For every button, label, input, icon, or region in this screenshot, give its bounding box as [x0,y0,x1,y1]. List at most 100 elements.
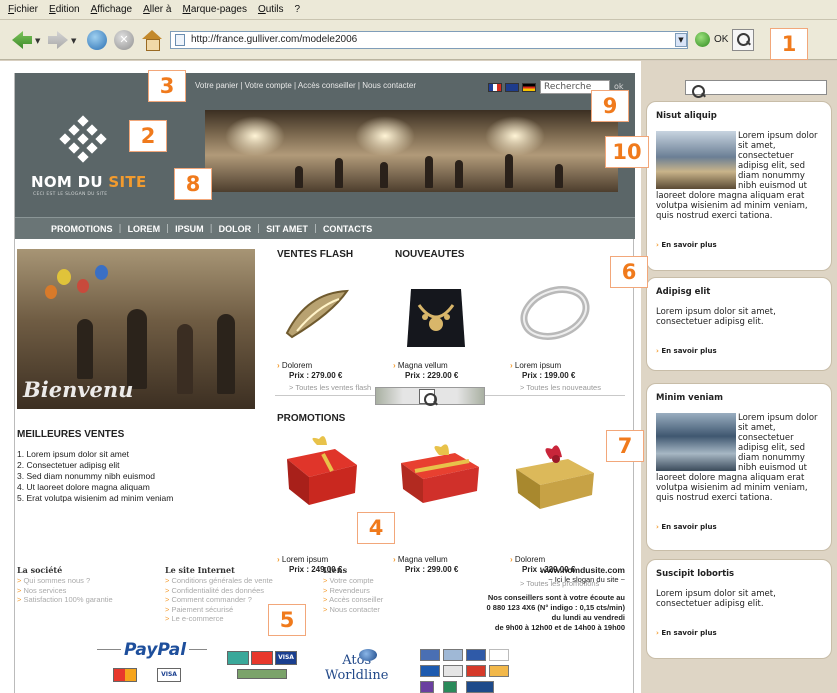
utility-links[interactable]: Votre panier | Votre compte | Accès cons… [195,81,416,90]
read-more-link[interactable]: En savoir plus [656,523,822,531]
banner-image [205,110,618,192]
footer-link[interactable]: Satisfaction 100% garantie [17,595,112,605]
nav-sit-amet[interactable]: SIT AMET [266,224,308,234]
go-label[interactable]: OK [714,34,728,45]
footer-link[interactable]: Accès conseiller [323,595,383,605]
all-flash-sales-link[interactable]: > Toutes les ventes flash [289,383,371,392]
menu-outils[interactable]: Outils [258,4,284,15]
panel-title[interactable]: Nisut aliquip [656,111,822,121]
all-new-arrivals-link[interactable]: > Toutes les nouveautes [520,383,601,392]
panel-body: Lorem ipsum dolor sit amet, consectetuer… [656,131,818,221]
stop-icon[interactable]: ✕ [114,30,134,50]
forward-dropdown-icon[interactable]: ▼ [71,37,76,45]
menu-aller[interactable]: Aller à [143,4,171,15]
product-name[interactable]: Lorem ipsum [277,555,328,564]
home-icon[interactable] [142,30,162,51]
footer-col-title: La société [17,565,63,575]
payment-badge-icon [420,649,440,661]
payment-badge-icon [489,665,509,677]
best-sales-title: MEILLEURES VENTES [17,429,125,440]
atos-worldline-logo[interactable]: Atos Worldline [325,649,388,683]
bracelet-product-image[interactable] [510,273,600,355]
list-item[interactable]: 2. Consectetuer adipisg elit [17,460,173,471]
product-name[interactable]: Magna vellum [393,361,448,370]
read-more-link[interactable]: En savoir plus [656,629,822,637]
address-bar[interactable]: http://france.gulliver.com/modele2006 [170,31,688,49]
menu-marque-pages[interactable]: Marque-pages [182,4,247,15]
promotions-title: PROMOTIONS [277,413,346,424]
footer-link[interactable]: Comment commander ? [165,595,273,605]
nav-contacts[interactable]: CONTACTS [323,224,372,234]
callout-marker: 4 [357,512,395,544]
brooch-product-image[interactable] [277,273,367,355]
product-name[interactable]: Dolorem [277,361,312,370]
product-name[interactable]: Lorem ipsum [510,361,561,370]
nav-ipsum[interactable]: IPSUM [175,224,204,234]
gift-red-product-image[interactable] [277,427,367,509]
best-sales-list: 1. Lorem ipsum dolor sit amet 2. Consect… [17,449,173,504]
footer-col-links: Qui sommes nous ? Nos services Satisfact… [17,576,113,605]
product-name[interactable]: Dolorem [510,555,545,564]
read-more-link[interactable]: En savoir plus [656,241,822,249]
panel-title[interactable]: Minim veniam [656,393,822,403]
back-dropdown-icon[interactable]: ▼ [35,37,40,45]
footer-link[interactable]: Confidentialité des données [165,586,273,596]
nav-promotions[interactable]: PROMOTIONS [51,224,113,234]
welcome-text: Bienvenu [23,377,134,402]
flag-fr-icon[interactable] [488,83,502,92]
sidebar-search-input[interactable] [685,80,827,98]
contact-line: 0 880 123 4X6 (N° indigo : 0,15 cts/min) [486,603,625,612]
menu-aide[interactable]: ? [295,4,301,15]
paypal-logo[interactable]: PayPal [121,640,190,660]
payment-badge-icon [420,665,440,677]
list-item[interactable]: 1. Lorem ipsum dolor sit amet [17,449,173,460]
sidebar-search-icon[interactable] [688,82,705,98]
nav-dolor[interactable]: DOLOR [219,224,252,234]
sidebar-panel: Minim veniam Lorem ipsum dolor sit amet,… [646,383,832,551]
flag-de-icon[interactable] [522,83,536,92]
panel-body: Lorem ipsum dolor sit amet, consectetuer… [656,589,776,609]
product-name[interactable]: Magna vellum [393,555,448,564]
contact-block: www.nomdusite.com ~ Ici le slogan du sit… [420,565,625,633]
inline-search-icon[interactable] [419,389,437,406]
visa-icon: VISA [275,651,297,665]
footer-link[interactable]: Nous contacter [323,605,383,615]
address-dropdown-icon[interactable]: ▼ [675,33,687,47]
necklace-product-image[interactable] [391,269,481,351]
site-url[interactable]: www.nomdusite.com [420,565,625,575]
payment-badge-icon [443,665,463,677]
reload-icon[interactable] [87,30,107,50]
callout-marker: 7 [606,430,644,462]
menu-fichier[interactable]: Fichier [8,4,38,15]
panel-title[interactable]: Suscipit lobortis [656,569,822,579]
footer-link[interactable]: Qui sommes nous ? [17,576,113,586]
back-arrow-icon[interactable] [12,31,32,49]
footer-link[interactable]: Paiement sécurisé [165,605,273,615]
footer-link[interactable]: Nos services [17,586,113,596]
footer-link[interactable]: Votre compte [323,576,383,586]
gift-gold-product-image[interactable] [510,433,600,515]
site-logo-icon[interactable] [59,115,107,163]
list-item[interactable]: 5. Erat volutpa wisienim ad minim veniam [17,493,173,504]
read-more-link[interactable]: En savoir plus [656,347,822,355]
menu-affichage[interactable]: Affichage [91,4,133,15]
nav-lorem[interactable]: LOREM [128,224,161,234]
toolbar-search-icon[interactable] [732,29,754,51]
go-icon[interactable] [695,32,710,47]
list-item[interactable]: 4. Ut laoreet dolore magna aliquam [17,482,173,493]
footer-link[interactable]: Conditions générales de vente [165,576,272,586]
site-name[interactable]: NOM DU SITE [31,173,147,191]
menu-bar: Fichier Edition Affichage Aller à Marque… [0,0,837,20]
list-item[interactable]: 3. Sed diam nonummy nibh euismod [17,471,173,482]
footer-link[interactable]: Revendeurs [323,586,383,596]
store-image [656,413,736,471]
forward-arrow-icon[interactable] [48,31,68,49]
menu-edition[interactable]: Edition [49,4,80,15]
gift-red-2-product-image[interactable] [395,433,485,515]
callout-marker: 1 [770,28,808,60]
panel-title[interactable]: Adipisg elit [656,287,822,297]
welcome-image[interactable]: Bienvenu [17,249,255,409]
flag-uk-icon[interactable] [505,83,519,92]
contact-line: du lundi au vendredi [551,613,625,622]
footer-link[interactable]: Le e-commerce [165,614,273,624]
